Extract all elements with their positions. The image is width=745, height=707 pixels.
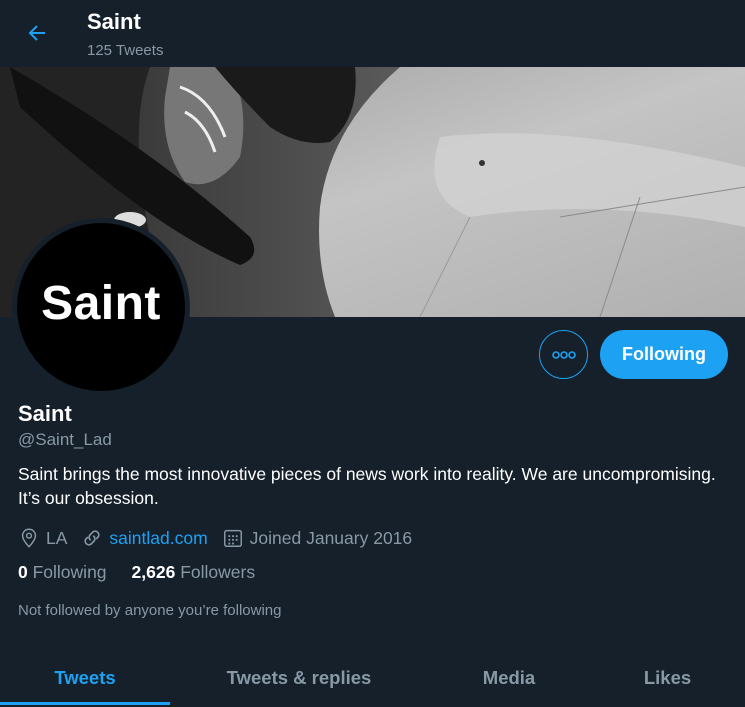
location-text: LA xyxy=(46,527,68,548)
followers-stat[interactable]: 2,626 Followers xyxy=(132,562,256,583)
location-item: LA xyxy=(18,527,67,549)
profile-bio: Saint brings the most innovative pieces … xyxy=(18,464,716,508)
arrow-left-icon xyxy=(28,25,45,41)
more-options-button[interactable] xyxy=(539,330,588,379)
back-button[interactable] xyxy=(18,14,56,52)
top-bar: Saint 125 Tweets xyxy=(0,0,745,67)
following-count: 0 xyxy=(18,562,28,582)
profile-name: Saint xyxy=(18,401,72,426)
joined-item: Joined January 2016 xyxy=(222,527,412,549)
header-title: Saint xyxy=(87,9,141,34)
header-tweet-count: 125 Tweets xyxy=(87,42,164,59)
not-followed-notice: Not followed by anyone you’re following xyxy=(18,602,282,619)
profile-handle: @Saint_Lad xyxy=(18,430,112,449)
profile-tabs: Tweets Tweets & replies Media Likes xyxy=(0,648,745,707)
follow-stats: 0 Following 2,626 Followers xyxy=(18,562,280,583)
followers-count: 2,626 xyxy=(131,562,176,582)
following-label: Following xyxy=(32,562,107,582)
website-item: saintlad.com xyxy=(81,527,208,549)
joined-text: Joined January 2016 xyxy=(249,527,413,548)
calendar-icon xyxy=(223,529,242,547)
following-stat[interactable]: 0 Following xyxy=(18,562,107,583)
link-icon xyxy=(84,530,100,546)
tab-media[interactable]: Media xyxy=(428,648,590,707)
website-link[interactable]: saintlad.com xyxy=(109,528,207,549)
location-pin-icon xyxy=(21,528,37,548)
tab-tweets-replies[interactable]: Tweets & replies xyxy=(170,648,428,707)
followers-label: Followers xyxy=(180,562,256,582)
avatar-text: Saint xyxy=(41,276,161,330)
profile-meta: LA saintlad.com Joined January 2016 xyxy=(18,525,426,551)
tab-tweets[interactable]: Tweets xyxy=(0,648,170,707)
tab-likes[interactable]: Likes xyxy=(590,648,745,707)
avatar[interactable]: Saint xyxy=(12,218,190,396)
following-button[interactable]: Following xyxy=(600,330,728,379)
more-icon xyxy=(551,350,576,359)
